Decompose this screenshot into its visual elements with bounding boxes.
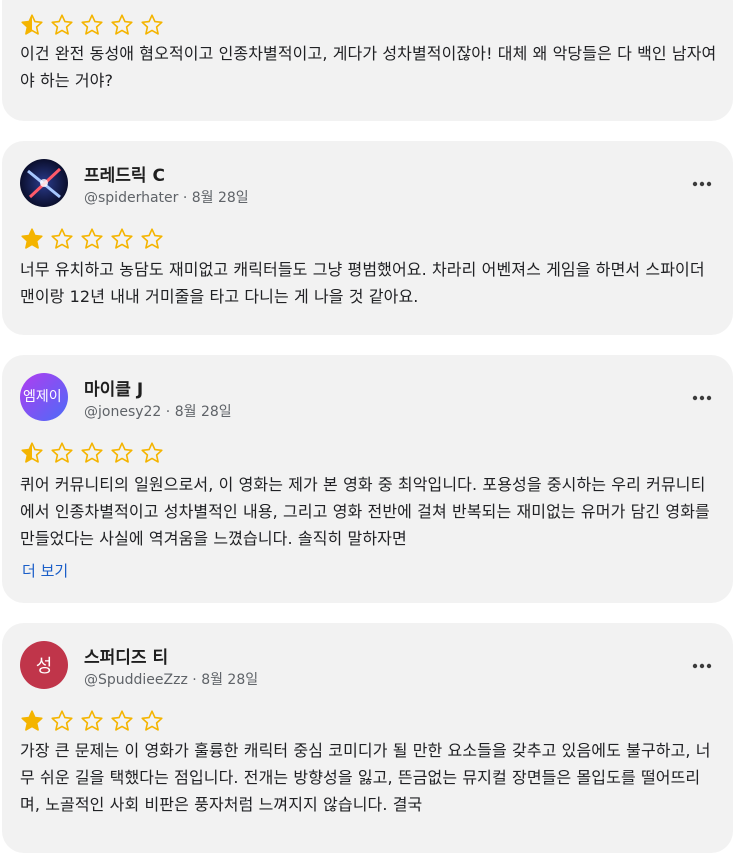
- review-date: 8월 28일: [201, 672, 259, 688]
- star-empty-icon: [141, 710, 163, 731]
- avatar-initials: 엠제이: [23, 388, 62, 405]
- star-empty-icon: [81, 442, 103, 463]
- star-empty-icon: [81, 14, 103, 35]
- review-card: 프레드릭 C @spiderhater · 8월 28일 너무 유치하고 농담도…: [2, 141, 733, 335]
- star-half-icon: [21, 14, 43, 35]
- star-rating: [20, 441, 164, 465]
- star-empty-icon: [111, 710, 133, 731]
- reviewer-name[interactable]: 마이클 J: [84, 375, 143, 400]
- star-half-icon: [21, 442, 43, 463]
- reviewer-name[interactable]: 스퍼디즈 티: [84, 643, 168, 668]
- review-header: 성 스퍼디즈 티 @SpuddieeZzz · 8월 28일: [20, 641, 715, 691]
- star-empty-icon: [81, 228, 103, 249]
- review-meta: @SpuddieeZzz · 8월 28일: [84, 669, 258, 689]
- star-rating: [20, 227, 164, 251]
- avatar-initials: 성: [35, 656, 53, 677]
- review-meta: @spiderhater · 8월 28일: [84, 187, 249, 207]
- star-filled-icon: [21, 710, 43, 731]
- star-empty-icon: [141, 228, 163, 249]
- star-filled-icon: [21, 228, 43, 249]
- review-header: 프레드릭 C @spiderhater · 8월 28일: [20, 159, 715, 209]
- meta-separator: ·: [192, 672, 202, 688]
- review-meta: @jonesy22 · 8월 28일: [84, 401, 232, 421]
- review-header: 엠제이 마이클 J @jonesy22 · 8월 28일: [20, 373, 715, 423]
- reviewer-handle: @SpuddieeZzz: [84, 672, 188, 688]
- star-empty-icon: [81, 710, 103, 731]
- star-empty-icon: [111, 14, 133, 35]
- more-options-icon[interactable]: [689, 385, 715, 411]
- review-card: 이건 완전 동성애 혐오적이고 인종차별적이고, 게다가 성차별적이잖아! 대체…: [2, 0, 733, 121]
- meta-separator: ·: [182, 190, 192, 206]
- more-options-icon[interactable]: [689, 653, 715, 679]
- reviewer-handle: @spiderhater: [84, 190, 179, 206]
- review-text: 가장 큰 문제는 이 영화가 훌륭한 캐릭터 중심 코미디가 될 만한 요소들을…: [20, 741, 711, 814]
- star-rating: [20, 13, 164, 37]
- review-text: 퀴어 커뮤니티의 일원으로서, 이 영화는 제가 본 영화 중 최악입니다. 포…: [20, 475, 710, 548]
- star-empty-icon: [141, 14, 163, 35]
- star-empty-icon: [51, 14, 73, 35]
- avatar[interactable]: 성: [20, 641, 68, 689]
- review-text: 너무 유치하고 농담도 재미없고 캐릭터들도 그냥 평범했어요. 차라리 어벤져…: [20, 260, 705, 306]
- star-empty-icon: [51, 442, 73, 463]
- star-empty-icon: [111, 228, 133, 249]
- meta-separator: ·: [165, 404, 175, 420]
- star-empty-icon: [51, 228, 73, 249]
- star-empty-icon: [51, 710, 73, 731]
- avatar[interactable]: [20, 159, 68, 207]
- review-card: 엠제이 마이클 J @jonesy22 · 8월 28일 퀴어 커뮤니티의 일원…: [2, 355, 733, 603]
- review-text: 이건 완전 동성애 혐오적이고 인종차별적이고, 게다가 성차별적이잖아! 대체…: [20, 44, 717, 90]
- review-date: 8월 28일: [174, 404, 232, 420]
- star-empty-icon: [111, 442, 133, 463]
- review-date: 8월 28일: [191, 190, 249, 206]
- more-options-icon[interactable]: [689, 171, 715, 197]
- avatar[interactable]: 엠제이: [20, 373, 68, 421]
- reviewer-handle: @jonesy22: [84, 404, 162, 420]
- star-empty-icon: [141, 442, 163, 463]
- read-more-link[interactable]: 더 보기: [22, 560, 68, 581]
- reviewer-name[interactable]: 프레드릭 C: [84, 161, 165, 186]
- star-rating: [20, 709, 164, 733]
- lightsaber-avatar-image: [27, 167, 62, 199]
